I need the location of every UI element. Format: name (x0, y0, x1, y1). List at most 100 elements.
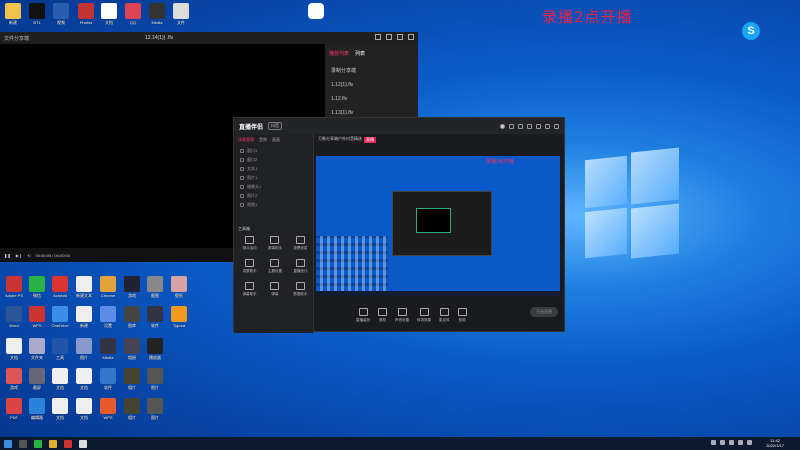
maximize-icon[interactable] (397, 34, 403, 40)
desktop-icon[interactable]: 图片 (73, 338, 95, 366)
playlist-item[interactable]: 录制分享端 (325, 63, 418, 78)
desktop-icon[interactable]: 软件 (97, 368, 119, 396)
desktop-icon[interactable]: 截屏 (26, 368, 48, 396)
desktop-icon[interactable]: Photos (75, 3, 97, 31)
tool-button[interactable]: 弹幕 (262, 282, 287, 297)
playlist-item[interactable]: 1.12.flv (325, 92, 418, 106)
close-icon[interactable] (408, 34, 414, 40)
eye-icon[interactable] (240, 157, 244, 162)
desktop-icon[interactable]: 文件 (170, 3, 192, 31)
clock[interactable]: 11:42 2022/1/17 (766, 438, 784, 448)
desktop-icon[interactable]: 文件夹 (26, 338, 48, 366)
desktop-icon[interactable]: Media (146, 3, 168, 31)
desktop-icon[interactable]: 新建文本 (73, 276, 95, 304)
desktop-icon[interactable]: 截图 (144, 276, 166, 304)
tool-button[interactable]: 录屏助手 (237, 259, 262, 274)
platform-badge[interactable]: 抖音 (268, 122, 283, 130)
tray-icon[interactable] (711, 440, 716, 445)
tab-scenes[interactable]: 场景管理 (238, 137, 254, 143)
scene-item[interactable]: 窗口2 (234, 155, 313, 164)
desktop-icon[interactable]: 相片 (121, 368, 143, 396)
explorer-icon[interactable] (49, 439, 57, 448)
desktop-icon[interactable]: 文档 (98, 3, 120, 31)
desktop-icon[interactable]: 工具 (49, 338, 71, 366)
live-badge[interactable]: 直播 (364, 137, 376, 143)
loop-icon[interactable]: ⟲ (27, 253, 30, 258)
scene-item[interactable]: 文本1 (234, 164, 313, 173)
scene-item[interactable]: 摄像头1 (234, 182, 313, 191)
eye-icon[interactable] (240, 148, 244, 153)
playlist-item[interactable]: 1.12(1).flv (325, 78, 418, 92)
desktop-icon[interactable]: 壁纸 (168, 276, 190, 304)
search-icon[interactable] (19, 439, 27, 448)
message-icon[interactable] (509, 123, 514, 129)
s-app-icon[interactable]: S (742, 22, 760, 40)
desktop-icon[interactable]: 游戏 (3, 368, 25, 396)
desktop-icon[interactable]: 文档 (3, 338, 25, 366)
scene-item[interactable]: 视频1 (234, 200, 313, 209)
tool-button[interactable]: 直播统计 (288, 259, 313, 274)
desktop-icon[interactable]: PDF (3, 398, 25, 426)
next-icon[interactable]: ▶❙ (16, 253, 22, 258)
eye-icon[interactable] (240, 202, 244, 207)
tray-icon[interactable] (720, 440, 725, 445)
video-app-icon[interactable] (305, 3, 327, 31)
wechat-icon[interactable] (34, 439, 42, 448)
tray-icon[interactable] (738, 440, 743, 445)
tool-button[interactable]: 投票信息 (288, 236, 313, 251)
desktop-icon[interactable]: Acrobat (49, 276, 71, 304)
desktop-icon[interactable]: 图片 (144, 398, 166, 426)
bottom-tool-button[interactable]: 音频 (457, 307, 467, 323)
scene-item[interactable]: 窗口1 (234, 146, 313, 155)
eye-icon[interactable] (240, 193, 244, 198)
tool-button[interactable]: 弹幕助手 (237, 282, 262, 297)
tab-list[interactable]: 列表 (355, 50, 365, 57)
desktop-icon[interactable]: BT1 (26, 3, 48, 31)
tab-canvas[interactable]: 画面 (272, 137, 280, 143)
close-icon[interactable] (554, 123, 559, 129)
desktop-icon[interactable]: 视频 (50, 3, 72, 31)
bottom-tool-button[interactable]: 直播装扮 (356, 307, 370, 323)
bottom-tool-button[interactable]: 转场效果 (417, 307, 431, 323)
app-icon[interactable] (64, 439, 72, 448)
app-icon[interactable] (79, 439, 87, 448)
minimize-icon[interactable] (536, 123, 541, 129)
desktop-icon[interactable]: 文档 (73, 398, 95, 426)
desktop-icon[interactable]: 新建 (2, 3, 24, 31)
tab-playlist[interactable]: 播放列表 (329, 50, 349, 57)
eye-icon[interactable] (240, 175, 244, 180)
desktop-icon[interactable]: 新建 (73, 306, 95, 334)
desktop-icon[interactable]: 设置 (97, 306, 119, 334)
desktop-icon[interactable]: Chrome (97, 276, 119, 304)
desktop-icon[interactable]: WPS (97, 398, 119, 426)
desktop-icon[interactable]: 微信 (26, 276, 48, 304)
tool-button[interactable]: 主题设置 (262, 259, 287, 274)
bottom-tool-button[interactable]: 声音设置 (395, 307, 409, 323)
pin-icon[interactable] (386, 34, 392, 40)
desktop-icon[interactable]: OneDrive (49, 306, 71, 334)
start-icon[interactable] (4, 439, 12, 448)
scene-item[interactable]: 图片1 (234, 173, 313, 182)
settings-icon[interactable] (518, 123, 523, 129)
desktop-icon[interactable]: 图库 (121, 306, 143, 334)
streaming-app-window[interactable]: 直播伴侣 抖音 场景管理 音效 画面 窗口1 窗口2 文本1 图片1 摄像头1 图片2 视频… (233, 117, 565, 333)
desktop-icon[interactable]: 相片 (121, 398, 143, 426)
tray-icon[interactable] (747, 440, 752, 445)
tool-button[interactable]: 数据助手 (288, 282, 313, 297)
scene-item[interactable]: 图片2 (234, 191, 313, 200)
start-live-button[interactable]: 开始直播 (530, 307, 558, 317)
minimize-icon[interactable] (375, 34, 381, 40)
desktop-icon[interactable]: 编辑器 (26, 398, 48, 426)
desktop-icon[interactable]: Media (97, 338, 119, 366)
desktop-icon[interactable]: 文档 (49, 398, 71, 426)
eye-icon[interactable] (240, 184, 244, 189)
tab-audio[interactable]: 音效 (259, 137, 267, 143)
desktop-icon[interactable]: Typora (168, 306, 190, 334)
desktop-icon[interactable]: WPS (26, 306, 48, 334)
eye-icon[interactable] (240, 166, 244, 171)
stream-preview[interactable]: 录播2点开播 (316, 156, 560, 296)
desktop-icon[interactable]: 相册 (121, 338, 143, 366)
desktop-icon[interactable]: 游戏 (121, 276, 143, 304)
maximize-icon[interactable] (545, 123, 550, 129)
desktop-icon[interactable]: 文档 (73, 368, 95, 396)
